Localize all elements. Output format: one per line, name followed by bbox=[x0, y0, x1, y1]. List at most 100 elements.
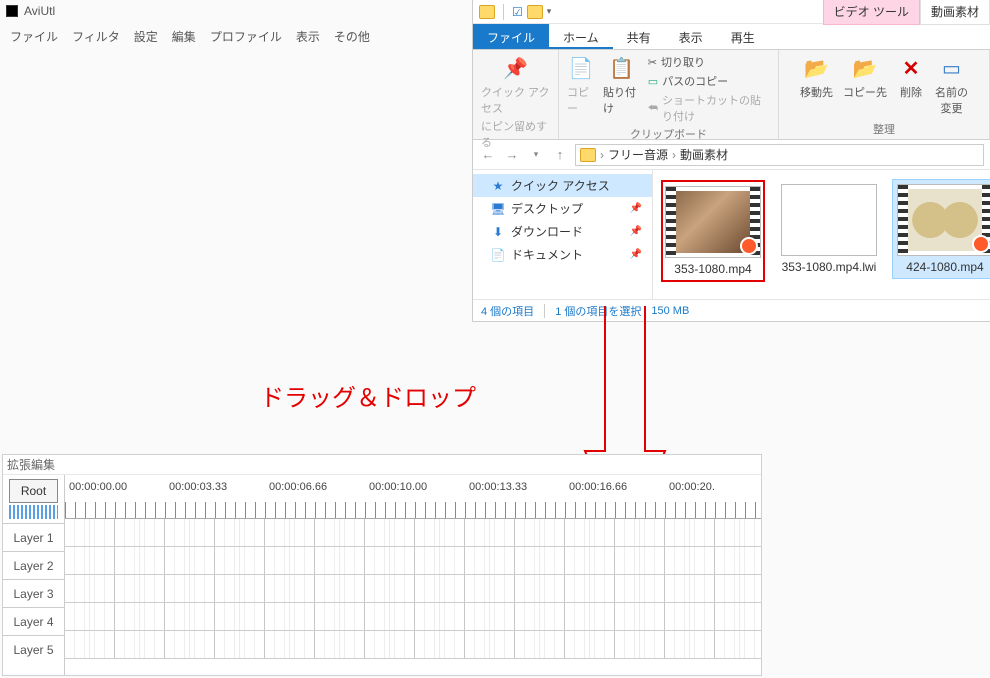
explorer-file-pane[interactable]: 353-1080.mp4 353-1080.mp4.lwi 424-1080.m… bbox=[653, 170, 990, 299]
file-item[interactable]: 353-1080.mp4.lwi bbox=[777, 180, 881, 278]
download-icon: ⬇ bbox=[491, 225, 505, 239]
sidebar-item-documents[interactable]: 📄 ドキュメント 📌 bbox=[473, 243, 652, 266]
layer-label[interactable]: Layer 2 bbox=[3, 551, 64, 579]
pin-label-1: クイック アクセス bbox=[481, 84, 550, 116]
timeline-lane[interactable] bbox=[65, 631, 761, 659]
chevron-right-icon: › bbox=[672, 148, 676, 162]
tab-home[interactable]: ホーム bbox=[549, 24, 613, 49]
menu-file[interactable]: ファイル bbox=[10, 28, 58, 45]
explorer-window: ☑ ▾ ビデオ ツール 動画素材 ファイル ホーム 共有 表示 再生 📌 クイッ… bbox=[472, 0, 990, 322]
video-thumbnail bbox=[665, 186, 761, 258]
file-thumbnail-blank bbox=[781, 184, 877, 256]
tab-file[interactable]: ファイル bbox=[473, 24, 549, 49]
qat-dropdown-icon[interactable]: ▾ bbox=[547, 6, 552, 17]
menu-view[interactable]: 表示 bbox=[296, 28, 320, 45]
delete-button[interactable]: ✕ 削除 bbox=[897, 54, 925, 116]
pin-to-quick-access-button[interactable]: 📌 クイック アクセス にピン留めする bbox=[481, 54, 550, 150]
timeline-lane[interactable] bbox=[65, 547, 761, 575]
paste-button[interactable]: 📋 貼り付け bbox=[603, 54, 640, 116]
breadcrumb-item-2[interactable]: 動画素材 bbox=[680, 146, 728, 163]
tab-view[interactable]: 表示 bbox=[665, 24, 717, 49]
menu-other[interactable]: その他 bbox=[334, 28, 370, 45]
time-marker: 00:00:06.66 bbox=[269, 481, 327, 493]
chevron-right-icon: › bbox=[600, 148, 604, 162]
pin-icon: 📌 bbox=[502, 54, 530, 82]
delete-icon: ✕ bbox=[897, 54, 925, 82]
rename-button[interactable]: ▭ 名前の 変更 bbox=[935, 54, 968, 116]
sidebar-quick-access-label: クイック アクセス bbox=[511, 177, 610, 194]
timeline-root-button[interactable]: Root bbox=[9, 479, 58, 503]
sidebar-item-label: デスクトップ bbox=[511, 200, 583, 217]
time-marker: 00:00:13.33 bbox=[469, 481, 527, 493]
nav-up-button[interactable]: ↑ bbox=[551, 146, 569, 164]
file-name-label: 353-1080.mp4 bbox=[674, 262, 751, 276]
shortcut-icon: ⮪ bbox=[648, 102, 658, 115]
cut-button[interactable]: ✂切り取り bbox=[648, 54, 705, 70]
layer-label[interactable]: Layer 3 bbox=[3, 579, 64, 607]
file-item-selected[interactable]: 353-1080.mp4 bbox=[661, 180, 765, 282]
timeline-title[interactable]: 拡張編集 bbox=[3, 455, 761, 475]
rename-label: 名前の 変更 bbox=[935, 84, 968, 116]
copy-to-button[interactable]: 📂 コピー先 bbox=[843, 54, 887, 116]
nav-recent-dropdown[interactable]: ▾ bbox=[527, 146, 545, 164]
tab-share[interactable]: 共有 bbox=[613, 24, 665, 49]
timeline-ruler[interactable]: 00:00:00.00 00:00:03.33 00:00:06.66 00:0… bbox=[65, 475, 761, 519]
file-item-highlighted[interactable]: 424-1080.mp4 bbox=[893, 180, 990, 278]
copy-button[interactable]: 📄 コピー bbox=[567, 54, 595, 116]
cut-label: 切り取り bbox=[661, 54, 705, 70]
explorer-navbar: ← → ▾ ↑ › フリー音源 › 動画素材 bbox=[473, 140, 990, 170]
time-marker: 00:00:03.33 bbox=[169, 481, 227, 493]
sidebar-quick-access[interactable]: ★ クイック アクセス bbox=[473, 174, 652, 197]
timeline-lane[interactable] bbox=[65, 519, 761, 547]
nav-back-button[interactable]: ← bbox=[479, 146, 497, 164]
qat-newfolder-icon[interactable] bbox=[527, 5, 543, 19]
annotation-text: ドラッグ＆ドロップ bbox=[260, 378, 476, 413]
time-marker: 00:00:10.00 bbox=[369, 481, 427, 493]
menu-profile[interactable]: プロファイル bbox=[210, 28, 282, 45]
timeline-lane[interactable] bbox=[65, 603, 761, 631]
file-name-label: 353-1080.mp4.lwi bbox=[782, 260, 877, 274]
status-selection: 1 個の項目を選択 bbox=[555, 303, 641, 319]
status-size: 150 MB bbox=[651, 305, 689, 317]
pin-icon: 📌 bbox=[630, 226, 642, 237]
copy-path-button[interactable]: ▭パスのコピー bbox=[648, 73, 728, 89]
qat-properties-icon[interactable]: ☑ bbox=[512, 5, 523, 19]
menu-edit[interactable]: 編集 bbox=[172, 28, 196, 45]
contextual-tab-video-tools[interactable]: ビデオ ツール bbox=[823, 0, 920, 25]
copy-label: コピー bbox=[567, 84, 595, 116]
timeline-scale-slider[interactable] bbox=[9, 505, 58, 519]
move-to-button[interactable]: 📂 移動先 bbox=[800, 54, 833, 116]
copy-icon: 📄 bbox=[567, 54, 595, 82]
layer-label[interactable]: Layer 4 bbox=[3, 607, 64, 635]
pin-icon: 📌 bbox=[630, 203, 642, 214]
layer-label[interactable]: Layer 5 bbox=[3, 635, 64, 663]
sidebar-item-downloads[interactable]: ⬇ ダウンロード 📌 bbox=[473, 220, 652, 243]
file-name-label: 424-1080.mp4 bbox=[906, 260, 983, 274]
nav-forward-button[interactable]: → bbox=[503, 146, 521, 164]
layer-label[interactable]: Layer 1 bbox=[3, 523, 64, 551]
copy-path-label: パスのコピー bbox=[662, 73, 728, 89]
time-marker: 00:00:00.00 bbox=[69, 481, 127, 493]
breadcrumb[interactable]: › フリー音源 › 動画素材 bbox=[575, 144, 984, 166]
aviutl-titlebar[interactable]: AviUtl bbox=[0, 0, 460, 22]
paste-shortcut-label: ショートカットの貼り付け bbox=[662, 92, 770, 124]
menu-filter[interactable]: フィルタ bbox=[72, 28, 120, 45]
timeline-track-area[interactable]: 00:00:00.00 00:00:03.33 00:00:06.66 00:0… bbox=[65, 475, 761, 675]
pin-icon: 📌 bbox=[630, 249, 642, 260]
paste-label: 貼り付け bbox=[603, 84, 640, 116]
qat-folder-icon[interactable] bbox=[479, 5, 495, 19]
move-to-icon: 📂 bbox=[803, 54, 831, 82]
qat-divider bbox=[503, 4, 504, 20]
paste-icon: 📋 bbox=[607, 54, 635, 82]
aviutl-app-icon bbox=[6, 5, 18, 17]
paste-shortcut-button[interactable]: ⮪ ショートカットの貼り付け bbox=[648, 92, 770, 124]
timeline-window: 拡張編集 Root Layer 1 Layer 2 Layer 3 Layer … bbox=[2, 454, 762, 676]
breadcrumb-item-1[interactable]: フリー音源 bbox=[608, 146, 668, 163]
tab-play[interactable]: 再生 bbox=[717, 24, 769, 49]
explorer-titlebar[interactable]: ☑ ▾ ビデオ ツール 動画素材 bbox=[473, 0, 990, 24]
breadcrumb-folder-icon bbox=[580, 148, 596, 162]
document-icon: 📄 bbox=[491, 248, 505, 262]
sidebar-item-desktop[interactable]: 🖥 デスクトップ 📌 bbox=[473, 197, 652, 220]
timeline-lane[interactable] bbox=[65, 575, 761, 603]
menu-settings[interactable]: 設定 bbox=[134, 28, 158, 45]
